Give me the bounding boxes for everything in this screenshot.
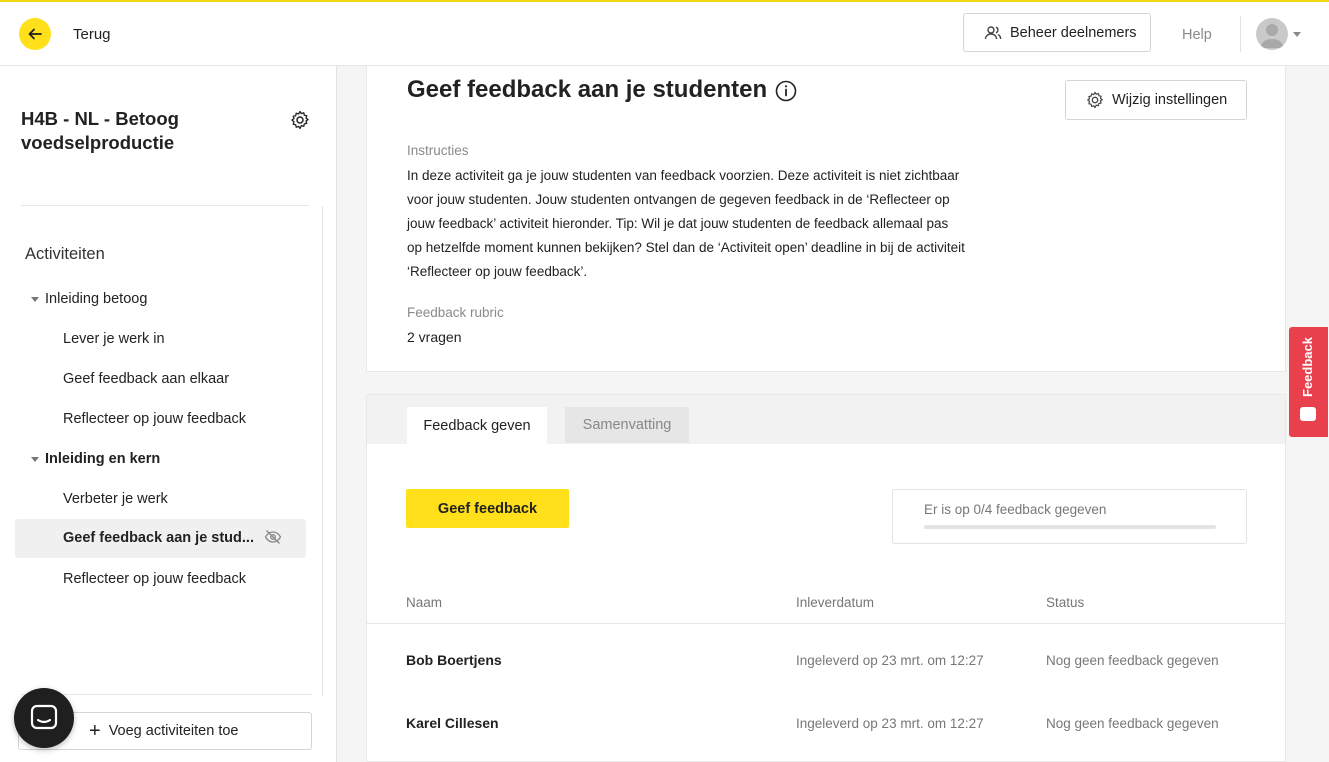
sidebar-group-label: Inleiding betoog [45, 291, 148, 307]
table-row-status: Nog geen feedback gegeven [1046, 653, 1219, 668]
plus-icon: + [89, 720, 101, 742]
feedback-panel: Feedback geven Samenvatting Geef feedbac… [366, 394, 1286, 762]
sidebar-group-inleiding-betoog[interactable]: Inleiding betoog [31, 291, 147, 307]
sidebar: H4B - NL - Betoog voedselproductie Activ… [0, 66, 337, 762]
topbar-divider [1240, 16, 1241, 52]
table-row-date: Ingeleverd op 23 mrt. om 12:27 [796, 716, 984, 731]
help-link[interactable]: Help [1182, 27, 1212, 43]
sidebar-item-lever-je-werk-in[interactable]: Lever je werk in [63, 331, 165, 347]
caret-down-icon [31, 456, 39, 462]
users-icon [984, 25, 1002, 39]
sidebar-scrollbar[interactable] [322, 206, 323, 696]
feedback-progress: Er is op 0/4 feedback gegeven [892, 489, 1247, 544]
column-header-date[interactable]: Inleverdatum [796, 595, 874, 610]
column-header-name[interactable]: Naam [406, 595, 442, 610]
give-feedback-button[interactable]: Geef feedback [406, 489, 569, 528]
eye-off-icon [264, 530, 282, 544]
feedback-rubric-value: 2 vragen [407, 329, 462, 345]
sidebar-item-geef-feedback-aan-elkaar[interactable]: Geef feedback aan elkaar [63, 371, 229, 387]
feedback-side-tab[interactable]: Feedback [1289, 327, 1328, 437]
add-activities-label: Voeg activiteiten toe [108, 723, 239, 739]
chat-launcher-button[interactable] [14, 688, 74, 748]
page-title: Geef feedback aan je studenten [407, 76, 768, 103]
progress-bar [924, 525, 1216, 529]
manage-participants-button[interactable]: Beheer deelnemers [963, 13, 1151, 52]
activity-details-panel: Geef feedback aan je studenten Wijzig in… [366, 66, 1286, 372]
back-button[interactable] [19, 18, 51, 50]
arrow-left-icon [28, 28, 42, 40]
user-icon [1260, 24, 1284, 48]
chat-icon [30, 704, 58, 730]
tab-bar: Feedback geven Samenvatting [367, 395, 1285, 444]
course-title: H4B - NL - Betoog voedselproductie [21, 108, 179, 153]
feedback-tab-label: Feedback [1300, 337, 1315, 397]
back-label[interactable]: Terug [73, 26, 111, 43]
table-row-status: Nog geen feedback gegeven [1046, 716, 1219, 731]
sidebar-separator [21, 205, 309, 206]
edit-settings-button[interactable]: Wijzig instellingen [1065, 80, 1247, 120]
tab-samenvatting[interactable]: Samenvatting [565, 407, 689, 443]
sidebar-item-reflecteer-op-jouw-feedback[interactable]: Reflecteer op jouw feedback [63, 411, 246, 427]
feedback-rubric-label: Feedback rubric [407, 305, 504, 320]
sidebar-item-verbeter-je-werk[interactable]: Verbeter je werk [63, 491, 168, 507]
column-header-status[interactable]: Status [1046, 595, 1084, 610]
sidebar-group-label: Inleiding en kern [45, 451, 161, 467]
sidebar-group-inleiding-en-kern[interactable]: Inleiding en kern [31, 451, 160, 467]
table-header-separator [367, 623, 1285, 624]
info-icon[interactable] [775, 80, 797, 102]
edit-settings-label: Wijzig instellingen [1112, 92, 1228, 108]
top-bar: Terug Beheer deelnemers Help [0, 0, 1329, 66]
table-row-name[interactable]: Bob Boertjens [406, 652, 502, 668]
sidebar-item-geef-feedback-aan-je-studenten[interactable]: Geef feedback aan je stud... [15, 519, 306, 558]
sidebar-bottom-separator [21, 694, 312, 695]
feedback-icon [1300, 407, 1316, 421]
progress-label: Er is op 0/4 feedback gegeven [924, 502, 1107, 517]
instructions-label: Instructies [407, 143, 469, 158]
caret-down-icon [31, 296, 39, 302]
sidebar-item-reflecteer-op-jouw-feedback[interactable]: Reflecteer op jouw feedback [63, 571, 246, 587]
activities-heading: Activiteiten [25, 245, 105, 263]
table-row-name[interactable]: Karel Cillesen [406, 715, 499, 731]
avatar[interactable] [1256, 18, 1288, 50]
table-row-date: Ingeleverd op 23 mrt. om 12:27 [796, 653, 984, 668]
chevron-down-icon[interactable] [1293, 32, 1301, 37]
tab-feedback-geven[interactable]: Feedback geven [407, 407, 547, 444]
gear-icon [1087, 91, 1103, 109]
sidebar-item-label: Geef feedback aan je stud... [63, 530, 254, 546]
manage-participants-label: Beheer deelnemers [1010, 24, 1137, 41]
gear-icon[interactable] [290, 110, 310, 130]
instructions-text: In deze activiteit ga je jouw studenten … [407, 168, 965, 279]
